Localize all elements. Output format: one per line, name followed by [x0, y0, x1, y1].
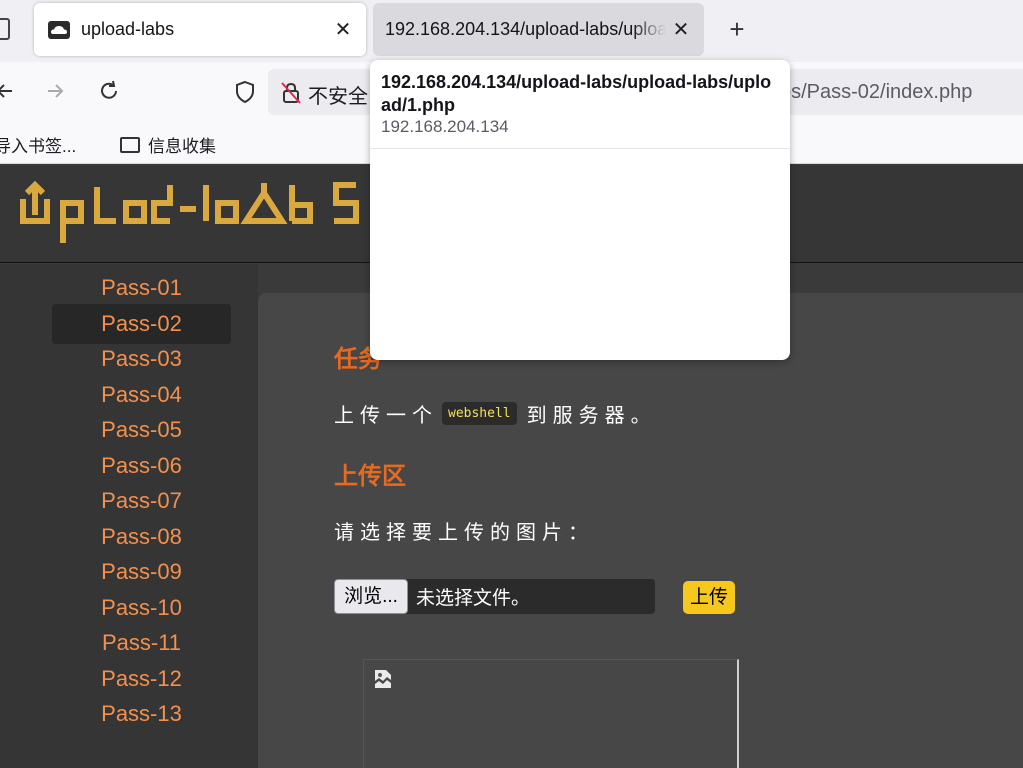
cloud-favicon-icon: [48, 20, 70, 39]
main-content: 任务 上传一个 webshell 到服务器。 上传区 请选择要上传的图片： 浏览…: [258, 293, 1023, 768]
webshell-code: webshell: [442, 402, 517, 425]
sidebar-item-pass-11[interactable]: Pass-11: [52, 623, 231, 663]
task-description: 上传一个 webshell 到服务器。: [334, 399, 657, 428]
bookmark-folder-label: 信息收集: [148, 137, 216, 156]
url-text: bs/Pass-02/index.php: [780, 81, 973, 103]
back-arrow-icon[interactable]: [0, 76, 20, 106]
task-text-before: 上传一个: [334, 405, 438, 427]
upload-heading: 上传区: [334, 463, 406, 490]
tab-close-icon[interactable]: ✕: [328, 17, 358, 42]
sidebar-item-pass-06[interactable]: Pass-06: [52, 446, 231, 486]
upload-prompt: 请选择要上传的图片：: [334, 522, 594, 544]
sidebar-item-pass-13[interactable]: Pass-13: [52, 694, 231, 734]
broken-image-icon: [375, 670, 391, 688]
uploaded-image-frame: [363, 659, 739, 768]
sidebar-item-pass-01[interactable]: Pass-01: [52, 268, 231, 308]
bookmark-import-label: 导入书签...: [0, 137, 77, 156]
tab-upload-php[interactable]: 192.168.204.134/upload-labs/upload-labs …: [373, 3, 704, 56]
popup-host: 192.168.204.134: [381, 117, 509, 136]
sidebar-item-pass-04[interactable]: Pass-04: [52, 375, 231, 415]
tab-overview-icon[interactable]: [0, 18, 10, 40]
insecure-lock-icon[interactable]: [280, 81, 302, 105]
pass-sidebar: Pass-01 Pass-02 Pass-03 Pass-04 Pass-05 …: [0, 264, 258, 768]
tab-title: 192.168.204.134/upload-labs/upload-labs: [385, 19, 666, 39]
sidebar-item-pass-05[interactable]: Pass-05: [52, 410, 231, 450]
sidebar-item-pass-08[interactable]: Pass-08: [52, 517, 231, 557]
task-text-after: 到服务器。: [526, 405, 657, 427]
tab-bar: upload-labs ✕ 192.168.204.134/upload-lab…: [0, 0, 1023, 62]
shield-icon[interactable]: [232, 79, 258, 105]
upload-labs-logo: [20, 180, 359, 243]
insecure-label: 不安全: [308, 86, 368, 108]
sidebar-item-pass-12[interactable]: Pass-12: [52, 659, 231, 699]
popup-divider: [370, 148, 790, 149]
tab-title: upload-labs: [81, 19, 175, 39]
reload-icon[interactable]: [94, 76, 124, 106]
popup-url-title: 192.168.204.134/upload-labs/upload-labs/…: [381, 72, 772, 115]
sidebar-item-pass-09[interactable]: Pass-09: [52, 552, 231, 592]
file-input[interactable]: 浏览... 未选择文件。: [334, 579, 655, 614]
folder-icon: [120, 136, 140, 153]
link-preview-popup: 192.168.204.134/upload-labs/upload-labs/…: [370, 60, 790, 360]
browse-button[interactable]: 浏览...: [334, 579, 408, 614]
sidebar-item-pass-02[interactable]: Pass-02: [52, 304, 231, 344]
tab-close-icon[interactable]: ✕: [666, 17, 696, 42]
forward-arrow-icon[interactable]: [40, 76, 70, 106]
no-file-selected-label: 未选择文件。: [416, 588, 531, 609]
sidebar-item-pass-10[interactable]: Pass-10: [52, 588, 231, 628]
bookmark-folder-info[interactable]: 信息收集: [120, 132, 216, 157]
bookmark-import[interactable]: 导入书签...: [0, 132, 76, 157]
sidebar-item-pass-03[interactable]: Pass-03: [52, 339, 231, 379]
upload-submit-button[interactable]: 上传: [683, 581, 735, 614]
new-tab-icon[interactable]: +: [722, 14, 752, 44]
sidebar-item-pass-07[interactable]: Pass-07: [52, 481, 231, 521]
tab-upload-labs[interactable]: upload-labs ✕: [34, 3, 366, 56]
